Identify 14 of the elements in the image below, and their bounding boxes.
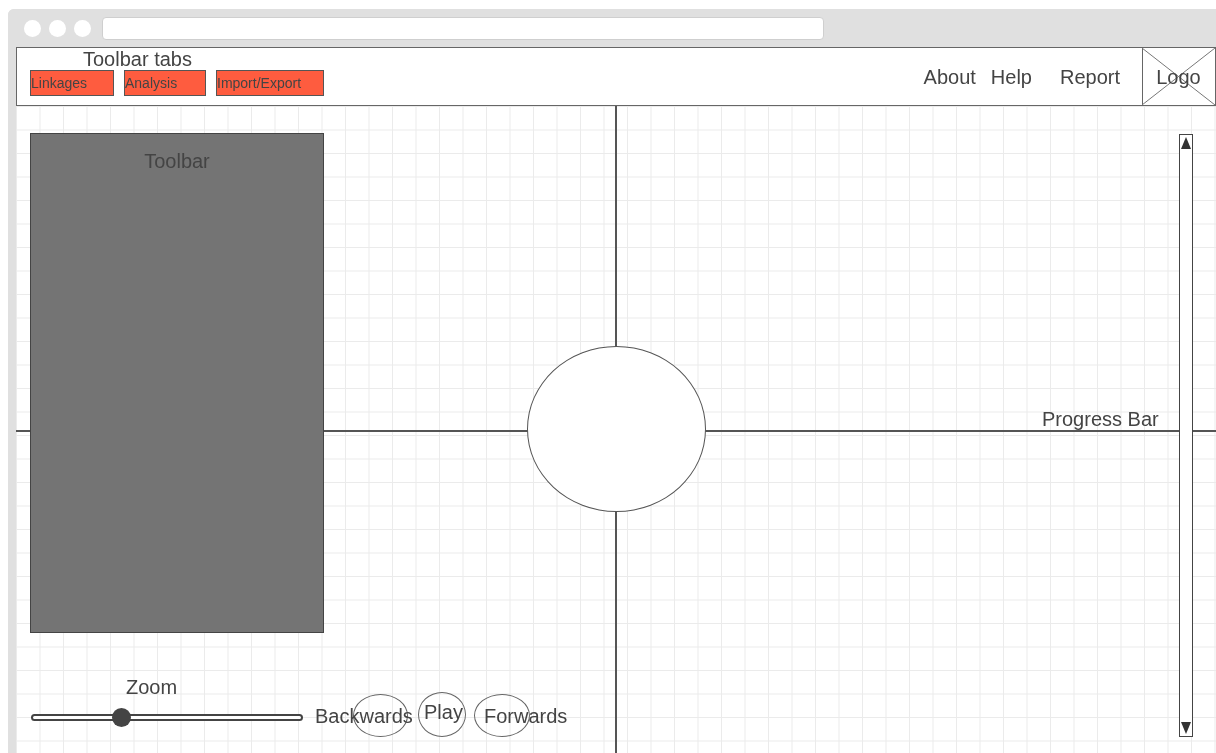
playback-button[interactable]: Play bbox=[424, 700, 463, 724]
nav-link[interactable]: Help bbox=[990, 61, 1032, 92]
down-arrow-icon[interactable] bbox=[1181, 722, 1191, 734]
playback-button[interactable]: Forwards bbox=[484, 704, 568, 728]
zoom-label: Zoom bbox=[126, 675, 178, 700]
nav-link[interactable]: Report bbox=[1059, 61, 1120, 92]
progress-bar-label: Progress Bar bbox=[1042, 407, 1159, 432]
nav-link[interactable]: About bbox=[923, 61, 976, 92]
playback-button[interactable]: Backwards bbox=[315, 704, 413, 728]
zoom-slider-thumb[interactable] bbox=[112, 708, 132, 727]
zoom-slider[interactable] bbox=[31, 708, 303, 727]
toolbar-tabs-label: Toolbar tabs bbox=[83, 48, 193, 70]
up-arrow-icon[interactable] bbox=[1181, 137, 1191, 149]
logo-text: Logo bbox=[1156, 64, 1201, 90]
